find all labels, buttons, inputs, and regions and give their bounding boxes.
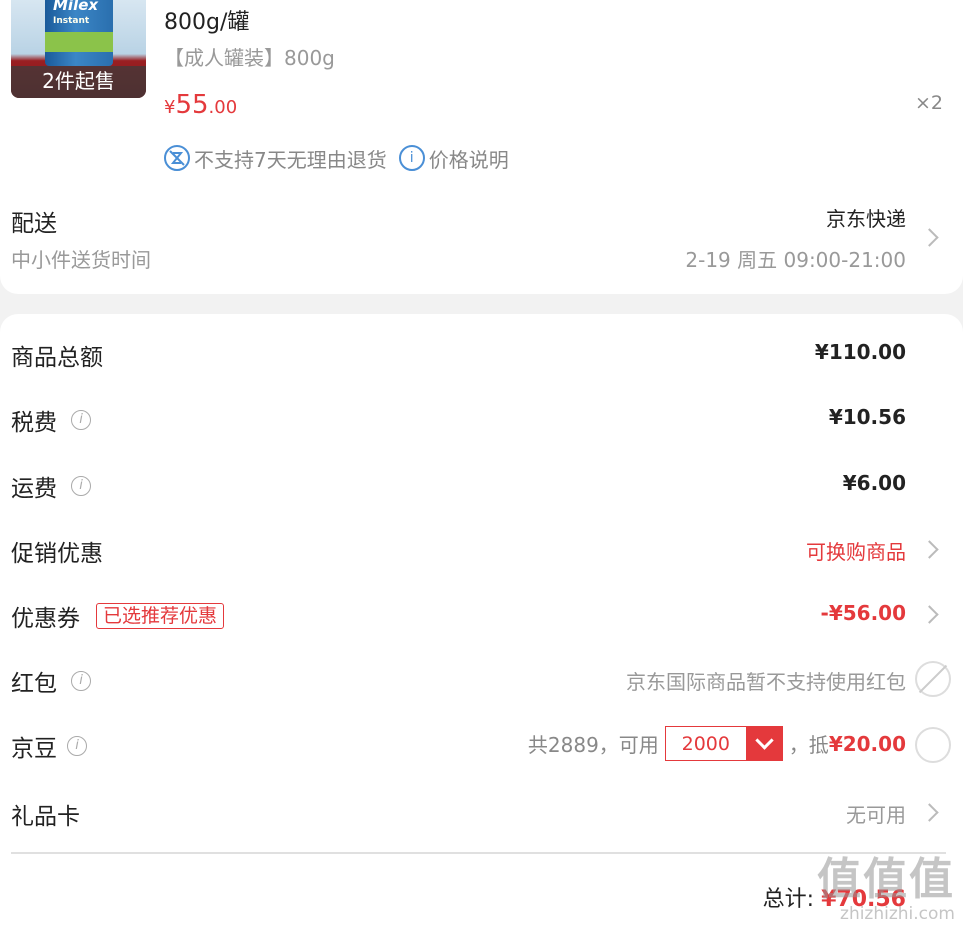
gift-card-value[interactable]: 无可用: [846, 799, 906, 828]
chevron-down-icon[interactable]: [745, 727, 782, 760]
jd-beans-detail: 共2889，可用 2000 ，抵 ¥20.00: [528, 726, 906, 761]
product-spec: 【成人罐装】800g: [164, 46, 335, 70]
tax-label-wrap: 税费 i: [11, 403, 91, 437]
tax-value: ¥10.56: [828, 405, 906, 429]
can-brand: Milex: [53, 0, 99, 14]
delivery-title: 配送: [11, 211, 57, 237]
total-label: 总计:: [762, 887, 815, 912]
row-goods-total: 商品总额 ¥110.00: [0, 328, 963, 378]
no-return-label[interactable]: 不支持7天无理由退货: [194, 144, 387, 173]
coupon-chevron-right-icon[interactable]: [920, 605, 939, 624]
info-icon: i: [398, 145, 425, 171]
product-thumbnail[interactable]: Milex Instant 2件起售: [11, 0, 146, 98]
red-packet-value: 京东国际商品暂不支持使用红包: [626, 670, 906, 694]
delivery-chevron-right-icon[interactable]: [920, 228, 939, 247]
can-sub: Instant: [53, 16, 90, 26]
price-note-link[interactable]: 价格说明: [429, 144, 509, 173]
red-packet-info-icon[interactable]: i: [71, 671, 91, 691]
coupon-label: 优惠券: [11, 606, 80, 632]
tax-info-icon[interactable]: i: [71, 410, 91, 430]
row-tax: 税费 i ¥10.56: [0, 393, 963, 443]
divider: [11, 852, 946, 854]
red-packet-label-wrap: 红包 i: [11, 664, 91, 698]
row-shipping: 运费 i ¥6.00: [0, 459, 963, 509]
shipping-label-wrap: 运费 i: [11, 469, 91, 503]
product-can-image: Milex Instant: [45, 0, 113, 66]
product-card: Milex Instant 2件起售 800g/罐 【成人罐装】800g ¥55…: [0, 0, 963, 294]
delivery-method[interactable]: 京东快递: [826, 203, 906, 232]
gift-card-label: 礼品卡: [11, 804, 80, 830]
row-red-packet: 红包 i 京东国际商品暂不支持使用红包: [0, 654, 963, 704]
product-quantity: ×2: [914, 92, 943, 114]
shipping-value: ¥6.00: [842, 471, 906, 495]
jd-beans-label-wrap: 京豆 i: [11, 729, 87, 763]
jd-beans-selected-value: 2000: [681, 732, 730, 755]
goods-total-value: ¥110.00: [814, 340, 906, 364]
product-title[interactable]: 800g/罐: [164, 4, 249, 36]
shipping-info-icon[interactable]: i: [71, 476, 91, 496]
policy-row: 不支持7天无理由退货 i 价格说明: [164, 143, 509, 173]
jd-beans-info-icon[interactable]: i: [67, 736, 87, 756]
price-integer: 55: [175, 90, 209, 120]
price-symbol: ¥: [164, 97, 176, 118]
row-coupon[interactable]: 优惠券 已选推荐优惠 -¥56.00: [0, 589, 963, 639]
jd-beans-select[interactable]: 2000: [664, 726, 783, 761]
jd-beans-deduct: ¥20.00: [828, 731, 906, 756]
promotion-chevron-right-icon[interactable]: [920, 540, 939, 559]
product-price: ¥55.00: [164, 90, 237, 120]
red-packet-disabled-icon: [915, 661, 951, 697]
coupon-label-wrap: 优惠券 已选推荐优惠: [11, 599, 225, 633]
delivery-subtitle: 中小件送货时间: [11, 248, 151, 272]
coupon-recommended-tag: 已选推荐优惠: [96, 603, 225, 629]
can-stripe: [45, 32, 113, 52]
watermark-logo: 值值值 zhizhizhi.com: [817, 854, 955, 924]
jd-beans-label: 京豆: [11, 736, 57, 762]
row-gift-card[interactable]: 礼品卡 无可用: [0, 787, 963, 837]
promotion-label: 促销优惠: [11, 541, 103, 567]
jd-beans-toggle-radio[interactable]: [915, 727, 951, 763]
row-jd-beans: 京豆 i 共2889，可用 2000 ，抵 ¥20.00: [0, 719, 963, 769]
jd-beans-suffix: ，抵: [788, 733, 829, 757]
shipping-label: 运费: [11, 476, 57, 502]
row-promotion[interactable]: 促销优惠 可换购商品: [0, 524, 963, 574]
watermark-big: 值值值: [817, 854, 955, 905]
jd-beans-prefix: 共2889，可用: [527, 733, 659, 757]
min-purchase-badge: 2件起售: [11, 66, 146, 98]
red-packet-label: 红包: [11, 671, 57, 697]
tax-label: 税费: [11, 410, 57, 436]
promotion-value[interactable]: 可换购商品: [806, 536, 906, 565]
delivery-time[interactable]: 2-19 周五 09:00-21:00: [685, 244, 906, 273]
goods-total-label: 商品总额: [11, 345, 103, 371]
watermark-site: zhizhizhi.com: [840, 904, 955, 924]
gift-card-chevron-right-icon[interactable]: [920, 803, 939, 822]
coupon-value[interactable]: -¥56.00: [821, 601, 906, 625]
no-return-icon: [164, 145, 190, 171]
price-decimal: .00: [208, 97, 238, 118]
